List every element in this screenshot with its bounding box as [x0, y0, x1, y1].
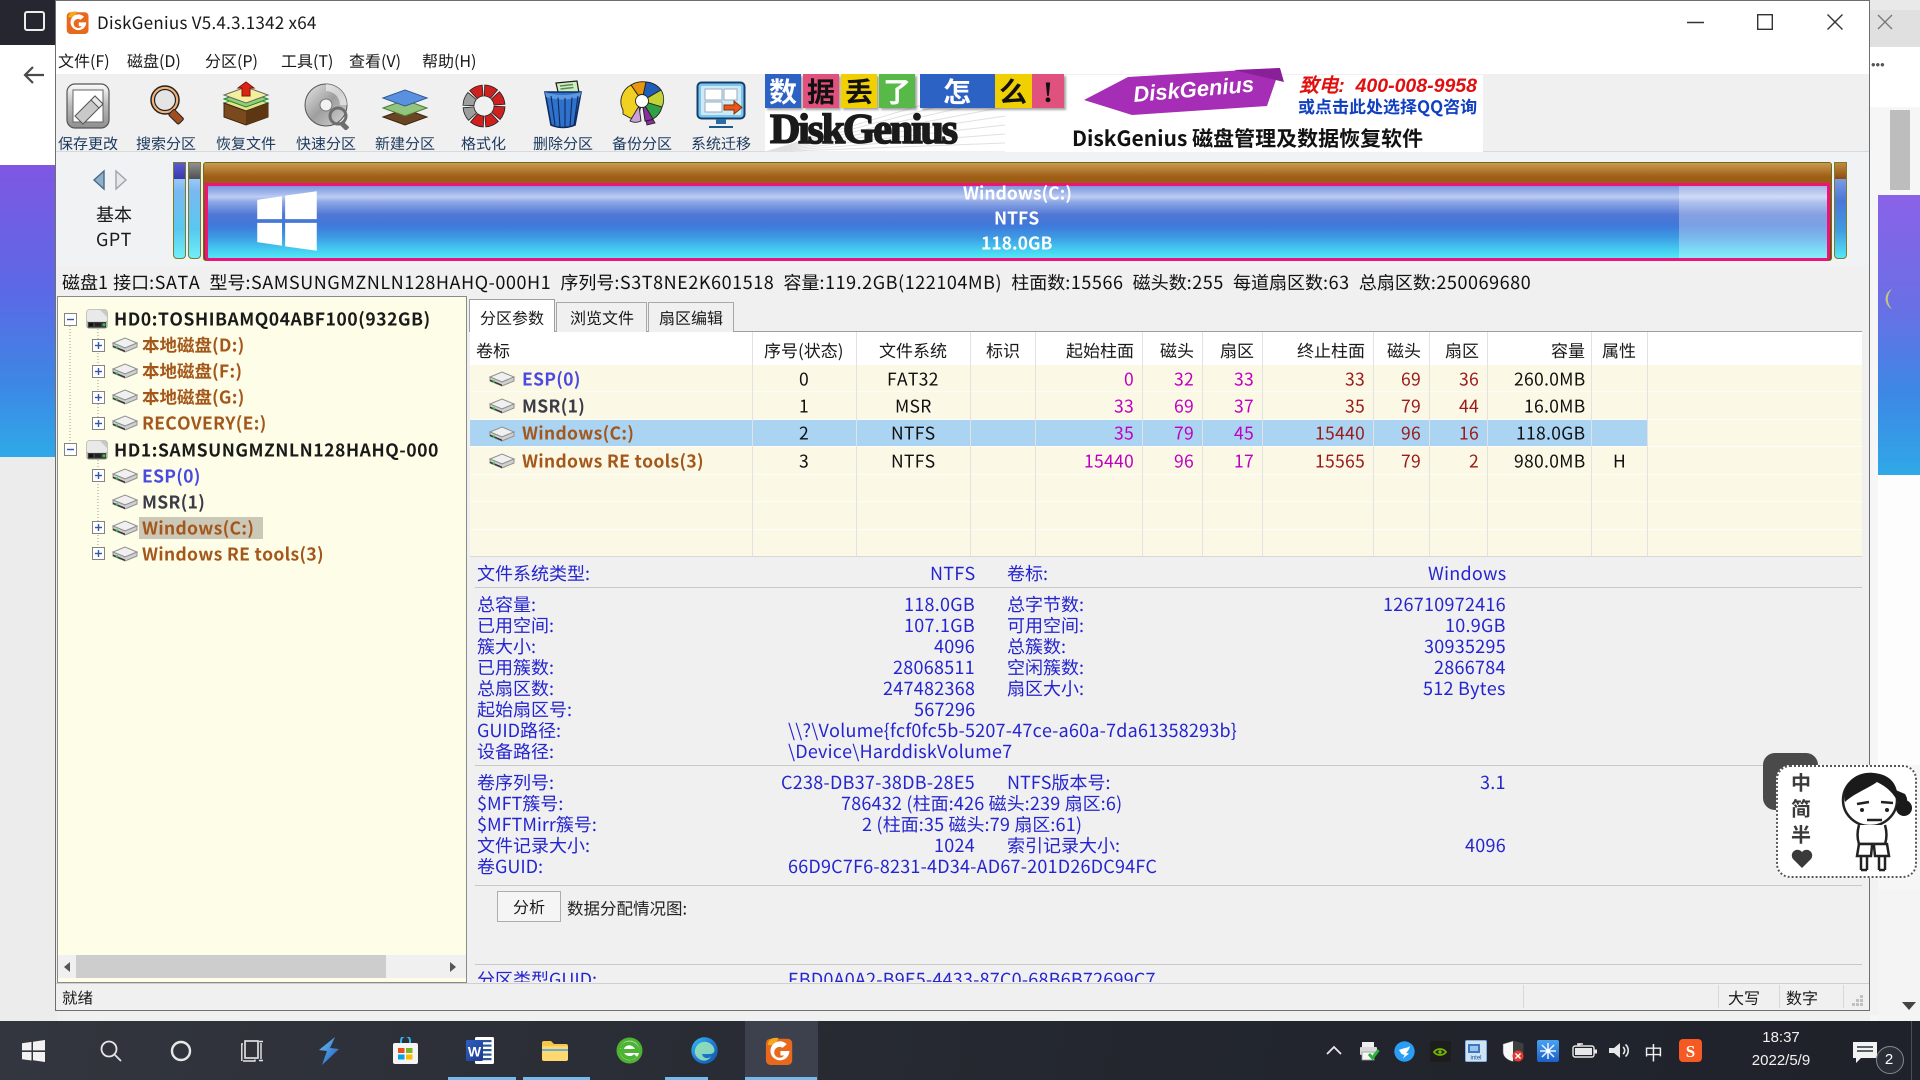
svg-text:W: W	[468, 1044, 482, 1060]
svg-text:S: S	[1686, 1042, 1695, 1061]
svg-text:intel: intel	[1470, 1056, 1481, 1062]
